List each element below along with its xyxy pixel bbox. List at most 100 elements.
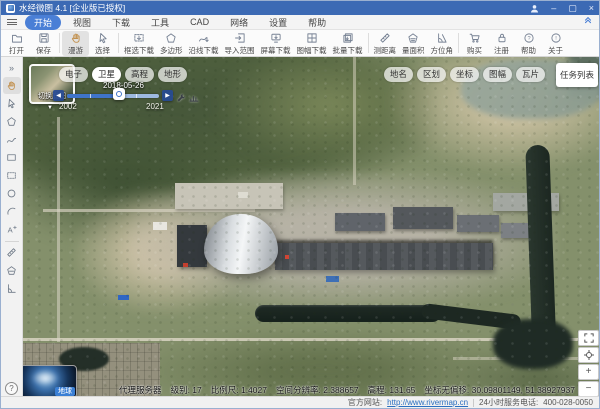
measure-distance-button[interactable]: 测距离 [371,31,400,56]
status-level: 级别: 17 [171,384,202,396]
map-canvas[interactable]: 切换底图 ▼ 电子 卫星 高程 地形 2018-05-26 ◀ ▶ 2002 2… [23,57,600,398]
status-resolution: 空间分辨率: 2.388657 [276,384,359,396]
svg-text:A: A [8,225,14,234]
menu-item-download[interactable]: 下载 [103,15,139,30]
collapse-ribbon-icon[interactable] [583,16,593,28]
zoom-in-button[interactable]: + [578,364,599,380]
task-list-button[interactable]: 任务列表 [556,63,598,87]
timeline-settings-wrench-icon[interactable] [176,90,186,108]
timeline-histogram-icon[interactable] [189,90,199,108]
timeline-prev-button[interactable]: ◀ [53,90,64,101]
overlay-tab-coordinates[interactable]: 坐标 [450,67,479,82]
layer-tab-elevation[interactable]: 高程 [125,67,154,82]
batch-download-button[interactable]: 批量下载 [330,31,366,56]
user-account-icon[interactable] [530,4,539,13]
toolbar-separator [368,33,369,53]
minimize-button[interactable]: – [551,3,556,13]
timeline-start-year: 2002 [59,102,77,111]
menu-item-cad[interactable]: CAD [181,16,218,28]
polygon-tool-icon[interactable] [3,113,21,130]
timeline-end-year: 2021 [146,102,164,111]
polyline-download-button[interactable]: 沿线下载 [186,31,222,56]
register-button[interactable]: 注册 [488,31,515,56]
timeline-next-button[interactable]: ▶ [162,90,173,101]
mapsheet-download-button[interactable]: 图幅下载 [294,31,330,56]
layer-tab-satellite[interactable]: 卫星 [92,67,121,82]
expand-panel-icon[interactable]: » [3,59,21,76]
globe-view-button[interactable]: 地球 [23,365,77,398]
quick-help-icon[interactable]: ? [5,382,18,395]
left-tool-strip: » A ? [1,57,23,398]
hamburger-menu-icon[interactable] [7,19,17,25]
about-button[interactable]: !关于 [542,31,569,56]
hand-icon [70,32,82,46]
import-extent-button[interactable]: 导入范围 [222,31,258,56]
screen-download-button[interactable]: 屏幕下载 [258,31,294,56]
hotline-label: 24小时服务电话: [479,397,538,408]
status-elevation: 高程: 131.65 [368,384,416,396]
ribbon-toolbar: 打开 保存 漫游 选择 框选下载 多边形 沿线下载 导入范围 屏幕下载 图幅下载… [1,30,599,57]
overlay-tab-mapsheet[interactable]: 图幅 [483,67,512,82]
globe-clouds [31,370,59,386]
locate-icon[interactable] [578,347,599,363]
layer-tab-terrain[interactable]: 地形 [158,67,187,82]
timeline-tick [136,94,137,98]
buy-button[interactable]: 购买 [461,31,488,56]
save-button[interactable]: 保存 [30,31,57,56]
app-window: 水经微图 4.1 [企业版已授权] – ▢ × 开始 视图 下载 工具 CAD … [0,0,600,409]
label-tool-icon[interactable]: A [3,221,21,238]
azimuth-tool-icon[interactable] [3,280,21,297]
overlay-tabs: 地名 区划 坐标 图幅 瓦片 [384,67,545,82]
polygon-download-button[interactable]: 多边形 [157,31,186,56]
polygon-icon [165,32,177,46]
open-button[interactable]: 打开 [3,31,30,56]
overlay-tab-placenames[interactable]: 地名 [384,67,413,82]
measure-area-button[interactable]: 量面积 [399,31,428,56]
fullscreen-icon[interactable] [578,330,599,346]
pan-tool-icon[interactable] [3,77,21,94]
left-strip-separator [5,241,19,242]
measure-distance-icon [379,32,391,46]
import-icon [234,32,246,46]
azimuth-button[interactable]: 方位角 [428,31,457,56]
status-coordinates: 坐标无偏移: 30.09801149, 51.38927937 [424,384,575,396]
menu-item-tools[interactable]: 工具 [142,15,178,30]
cart-icon [469,32,481,46]
polyline-tool-icon[interactable] [3,131,21,148]
help-button[interactable]: ?帮助 [515,31,542,56]
toolbar-separator [59,33,60,53]
rectangle-tool-icon[interactable] [3,149,21,166]
footer-separator [473,399,474,407]
menu-item-view[interactable]: 视图 [64,15,100,30]
measure-distance-tool-icon[interactable] [3,244,21,261]
maximize-button[interactable]: ▢ [568,3,577,13]
measure-area-tool-icon[interactable] [3,262,21,279]
menu-item-start[interactable]: 开始 [25,15,61,30]
azimuth-icon [436,32,448,46]
menu-item-network[interactable]: 网络 [221,15,257,30]
timeline-slider-fill [67,94,119,98]
pan-button[interactable]: 漫游 [62,31,89,56]
folder-icon [11,32,23,46]
box-select-download-button[interactable]: 框选下载 [121,31,157,56]
toolbar-separator [458,33,459,53]
status-bar: 代理服务器 级别: 17 比例尺: 1:4027 空间分辨率: 2.388657… [119,384,575,396]
app-logo-icon [6,4,15,13]
circle-tool-icon[interactable] [3,185,21,202]
menu-item-help[interactable]: 帮助 [299,15,335,30]
zoom-out-button[interactable]: − [578,381,599,397]
menu-item-settings[interactable]: 设置 [260,15,296,30]
layer-tab-electronic[interactable]: 电子 [59,67,88,82]
overlay-tab-tiles[interactable]: 瓦片 [516,67,545,82]
measure-area-icon [407,32,419,46]
satellite-texture [23,57,600,398]
chevron-down-icon[interactable]: ▼ [47,105,53,111]
close-button[interactable]: × [589,3,594,13]
overlay-tab-boundaries[interactable]: 区划 [417,67,446,82]
select-button[interactable]: 选择 [89,31,116,56]
website-link[interactable]: http://www.rivermap.cn [387,398,468,407]
arc-tool-icon[interactable] [3,203,21,220]
dashed-rectangle-tool-icon[interactable] [3,167,21,184]
timeline-slider-handle[interactable] [113,88,125,100]
select-tool-icon[interactable] [3,95,21,112]
